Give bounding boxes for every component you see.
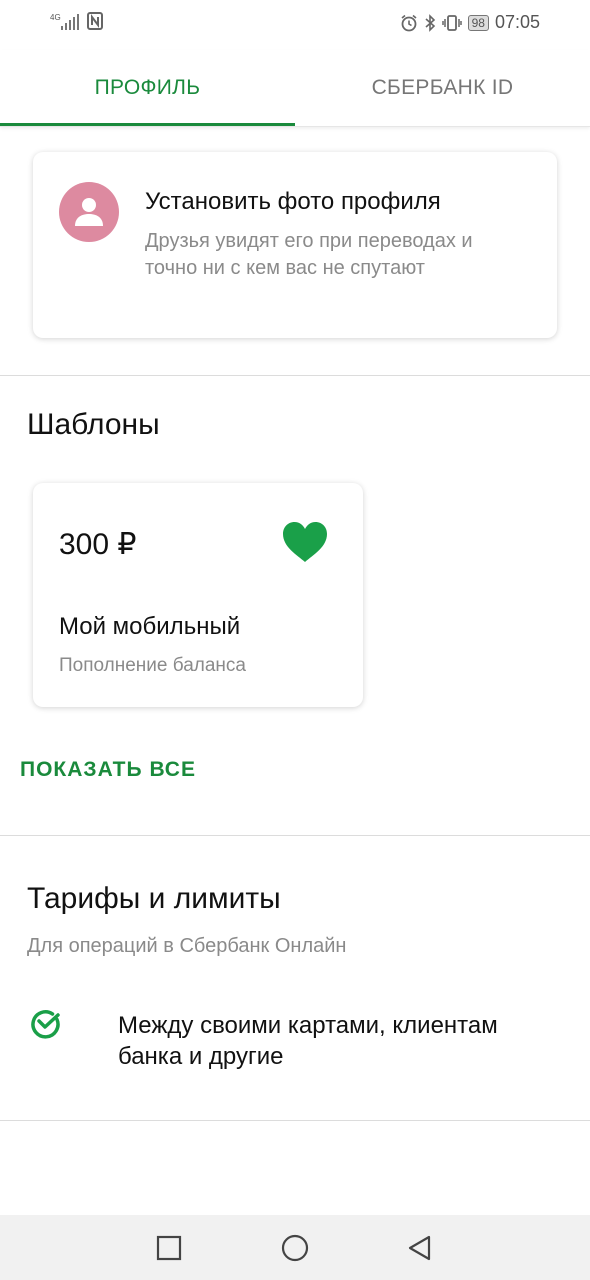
home-icon[interactable]	[280, 1233, 310, 1263]
tab-profile[interactable]: ПРОФИЛЬ	[0, 50, 295, 126]
profile-card-description: Друзья увидят его при переводах и точно …	[145, 230, 473, 279]
tab-indicator	[0, 123, 295, 126]
alarm-icon	[401, 14, 417, 31]
divider	[0, 375, 590, 376]
templates-title: Шаблоны	[27, 408, 160, 441]
tab-sberbank-id[interactable]: СБЕРБАНК ID	[295, 50, 590, 126]
divider	[0, 835, 590, 836]
tariff-item[interactable]: Между своими картами, клиентам банка и д…	[118, 1010, 558, 1072]
status-bar: 4G 98 07:05	[0, 0, 590, 46]
tariffs-title: Тарифы и лимиты	[27, 882, 281, 915]
signal-icon: 4G	[50, 14, 79, 30]
show-all-button[interactable]: ПОКАЗАТЬ ВСЕ	[20, 758, 196, 782]
back-icon[interactable]	[405, 1233, 435, 1263]
status-left: 4G	[50, 12, 103, 30]
status-right: 98 07:05	[400, 12, 540, 33]
vibrate-icon	[441, 14, 462, 31]
person-icon	[75, 198, 103, 226]
heart-icon	[283, 522, 327, 562]
template-card[interactable]: 300 ₽ Мой мобильный Пополнение баланса	[33, 483, 363, 707]
sberbank-logo-icon	[31, 1010, 60, 1039]
tab-bar: ПРОФИЛЬ СБЕРБАНК ID	[0, 50, 590, 127]
clock: 07:05	[494, 12, 540, 32]
recents-icon[interactable]	[154, 1233, 184, 1263]
avatar	[59, 182, 119, 242]
profile-card-title: Установить фото профиля	[145, 188, 441, 215]
bluetooth-icon	[425, 13, 435, 32]
template-name: Мой мобильный	[59, 613, 241, 640]
set-profile-photo-card[interactable]: Установить фото профиля Друзья увидят ег…	[33, 152, 557, 338]
template-amount: 300 ₽	[59, 528, 137, 561]
divider	[0, 1120, 590, 1121]
template-subtitle: Пополнение баланса	[59, 655, 246, 676]
network-type: 4G	[50, 13, 61, 22]
system-nav-bar	[0, 1215, 590, 1280]
nfc-icon	[86, 12, 103, 30]
tariffs-subtitle: Для операций в Сбербанк Онлайн	[27, 935, 347, 957]
battery-icon: 98	[467, 14, 489, 31]
